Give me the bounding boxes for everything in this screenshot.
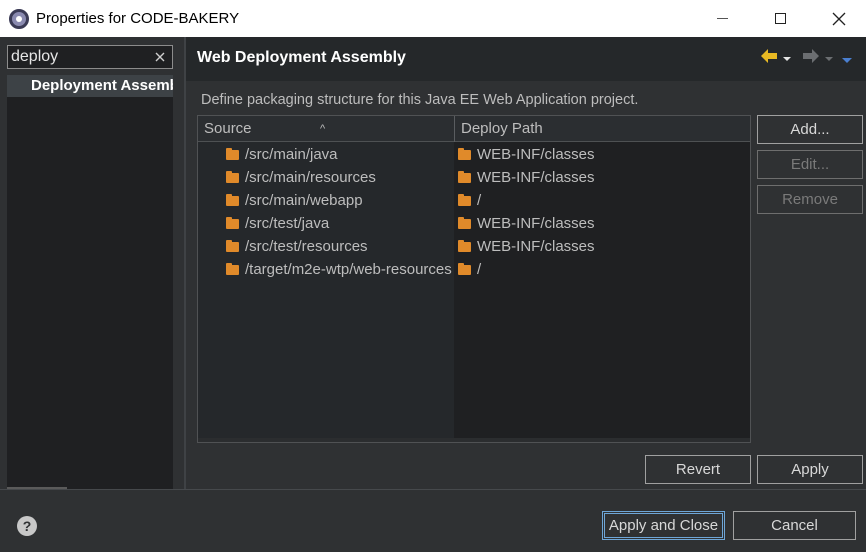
table-row[interactable]: /src/main/webapp xyxy=(226,189,363,212)
back-button[interactable] xyxy=(760,45,792,67)
folder-icon xyxy=(226,216,239,229)
folder-icon xyxy=(458,262,471,275)
window-title: Properties for CODE-BAKERY xyxy=(36,10,240,27)
remove-button[interactable]: Remove xyxy=(757,185,863,214)
arrow-right-icon xyxy=(803,49,819,63)
table-row[interactable]: WEB-INF/classes xyxy=(458,143,595,166)
page-header: Web Deployment Assembly xyxy=(186,37,866,81)
chevron-down-icon[interactable] xyxy=(824,55,834,63)
folder-icon xyxy=(226,193,239,206)
folder-icon xyxy=(458,239,471,252)
assembly-table: Source ^ Deploy Path /src/main/java WEB-… xyxy=(197,115,751,443)
clear-filter-button[interactable] xyxy=(153,48,167,66)
arrow-left-icon xyxy=(761,49,777,63)
close-button[interactable] xyxy=(810,0,866,37)
property-tree: Deployment Assembly xyxy=(7,75,173,489)
minimize-icon xyxy=(716,18,728,19)
table-row[interactable]: WEB-INF/classes xyxy=(458,212,595,235)
folder-icon xyxy=(458,216,471,229)
column-header-source[interactable]: Source ^ xyxy=(198,116,454,142)
folder-icon xyxy=(226,239,239,252)
table-horizontal-scrollbar[interactable] xyxy=(198,438,750,442)
page-title: Web Deployment Assembly xyxy=(197,49,406,66)
revert-button[interactable]: Revert xyxy=(645,455,751,484)
close-icon xyxy=(832,12,846,25)
table-row[interactable]: /src/main/java xyxy=(226,143,338,166)
minimize-button[interactable] xyxy=(693,0,751,37)
eclipse-icon xyxy=(9,8,29,29)
chevron-down-icon[interactable] xyxy=(782,55,792,63)
table-row[interactable]: WEB-INF/classes xyxy=(458,235,595,258)
folder-icon xyxy=(458,170,471,183)
apply-button[interactable]: Apply xyxy=(757,455,863,484)
folder-icon xyxy=(226,170,239,183)
page-description: Define packaging structure for this Java… xyxy=(201,92,639,108)
table-row[interactable]: /target/m2e-wtp/web-resources xyxy=(226,258,454,281)
maximize-icon xyxy=(774,13,786,24)
filter-input[interactable] xyxy=(8,48,148,66)
view-menu-icon xyxy=(842,58,852,63)
folder-icon xyxy=(458,147,471,160)
clear-icon xyxy=(155,52,165,62)
folder-icon xyxy=(458,193,471,206)
edit-button[interactable]: Edit... xyxy=(757,150,863,179)
maximize-button[interactable] xyxy=(751,0,809,37)
sort-ascending-icon: ^ xyxy=(320,123,326,135)
table-row[interactable]: / xyxy=(458,189,481,212)
tree-item-deployment-assembly[interactable]: Deployment Assembly xyxy=(7,75,173,97)
folder-icon xyxy=(226,147,239,160)
add-button[interactable]: Add... xyxy=(757,115,863,144)
table-row[interactable]: /src/test/resources xyxy=(226,235,368,258)
table-row[interactable]: / xyxy=(458,258,481,281)
view-menu-button[interactable] xyxy=(841,52,853,69)
forward-button[interactable] xyxy=(802,45,834,67)
table-row[interactable]: WEB-INF/classes xyxy=(458,166,595,189)
right-pane: Web Deployment Assembly Define packaging… xyxy=(186,37,866,489)
table-row[interactable]: /src/main/resources xyxy=(226,166,376,189)
folder-icon xyxy=(226,262,239,275)
dialog-footer: ? Apply and Close Cancel xyxy=(0,489,866,552)
column-header-deploy-path[interactable]: Deploy Path xyxy=(455,116,750,142)
left-pane: Deployment Assembly xyxy=(0,37,184,489)
apply-and-close-button[interactable]: Apply and Close xyxy=(602,511,725,540)
filter-box xyxy=(7,45,173,69)
title-bar: Properties for CODE-BAKERY xyxy=(0,0,866,37)
table-row[interactable]: /src/test/java xyxy=(226,212,329,235)
help-icon[interactable]: ? xyxy=(17,516,37,536)
cancel-button[interactable]: Cancel xyxy=(733,511,856,540)
